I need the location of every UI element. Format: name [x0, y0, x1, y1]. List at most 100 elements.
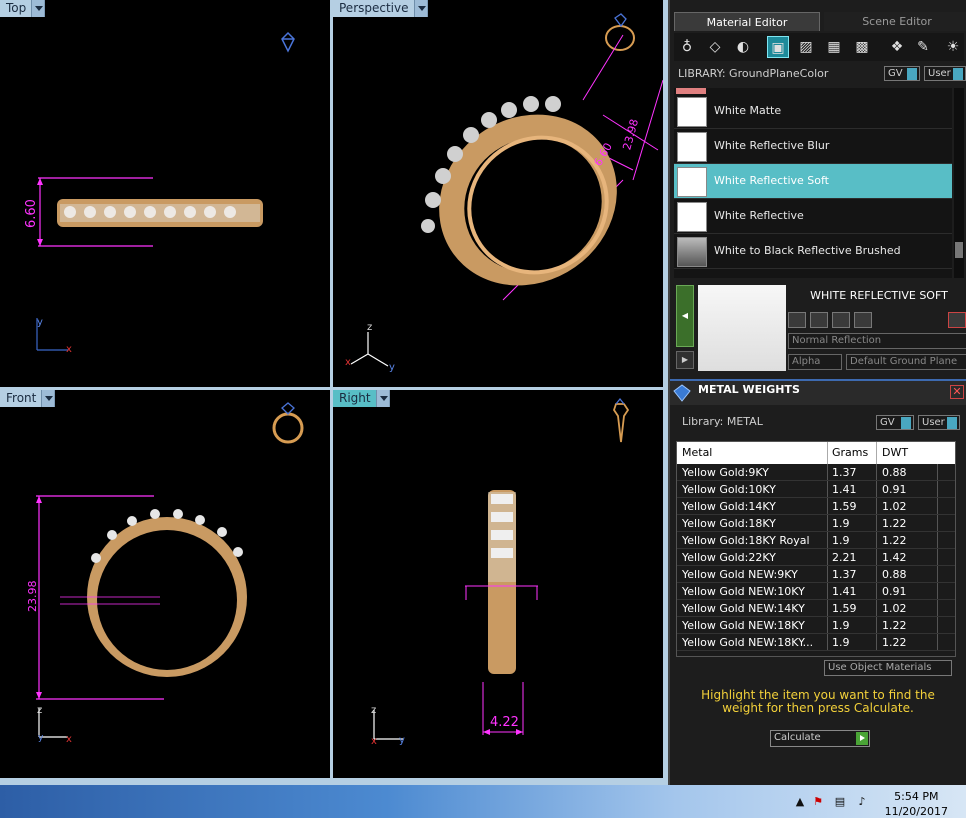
viewport-right[interactable]: z x y 4.22 Right: [333, 390, 663, 778]
play-icon[interactable]: ▶: [676, 351, 694, 369]
metal-icon[interactable]: ♁: [676, 36, 698, 58]
metal-name-cell: Yellow Gold NEW:14KY: [682, 602, 805, 615]
column-metal[interactable]: Metal: [682, 446, 712, 459]
texture-icon[interactable]: ▦: [823, 36, 845, 58]
sphere-icon[interactable]: ◐: [732, 36, 754, 58]
tab-scene-editor[interactable]: Scene Editor: [824, 12, 966, 31]
editor-tabs: Material Editor Scene Editor: [674, 12, 966, 31]
material-preview: ◀ ▶ WHITE REFLECTIVE SOFT Normal Reflect…: [674, 283, 966, 375]
table-row[interactable]: Yellow Gold NEW:10KY 1.41 0.91: [677, 583, 955, 600]
table-row[interactable]: Yellow Gold:18KY Royal 1.9 1.22: [677, 532, 955, 549]
material-thumbnail: [677, 167, 707, 197]
viewport-front[interactable]: z x y 23.98 Front: [0, 390, 330, 778]
material-list[interactable]: White Matte White Reflective Blur White Re…: [674, 88, 952, 278]
dwt-cell: 1.22: [882, 517, 907, 530]
metal-gv-toggle[interactable]: GV: [876, 415, 914, 430]
table-row[interactable]: Yellow Gold:10KY 1.41 0.91: [677, 481, 955, 498]
metal-name-cell: Yellow Gold:14KY: [682, 500, 776, 513]
viewport-right-label[interactable]: Right: [333, 390, 390, 407]
ground-plane-icon[interactable]: ▣: [767, 36, 789, 58]
expand-left-icon[interactable]: ◀: [676, 285, 694, 347]
column-grams[interactable]: Grams: [832, 446, 868, 459]
metal-name-cell: Yellow Gold NEW:10KY: [682, 585, 805, 598]
material-list-scrollbar[interactable]: [954, 88, 964, 278]
reflection-select[interactable]: Normal Reflection: [788, 333, 966, 349]
metal-name-cell: Yellow Gold:18KY Royal: [682, 534, 810, 547]
grams-cell: 1.41: [832, 585, 857, 598]
table-row[interactable]: Yellow Gold:22KY 2.21 1.42: [677, 549, 955, 566]
clock[interactable]: 5:54 PM 11/20/2017: [885, 789, 948, 818]
material-item[interactable]: White to Black Reflective Brushed: [674, 234, 952, 269]
grams-cell: 1.37: [832, 466, 857, 479]
side-panel: Material Editor Scene Editor ♁ ◇ ◐ ▣ ▨ ▦…: [668, 0, 966, 785]
network-icon[interactable]: ▤: [833, 795, 847, 809]
refresh-icon[interactable]: [948, 312, 966, 328]
action-center-icon[interactable]: ⚑: [811, 795, 825, 809]
metal-table[interactable]: Metal Grams DWT Yellow Gold:9KY 1.37 0.88 Y…: [676, 441, 956, 657]
light-bulb-icon[interactable]: ☀: [942, 36, 964, 58]
material-item[interactable]: White Reflective Blur: [674, 129, 952, 164]
material-item[interactable]: White Reflective: [674, 199, 952, 234]
dwt-cell: 0.88: [882, 466, 907, 479]
chevron-down-icon[interactable]: [31, 0, 45, 17]
viewport-top[interactable]: y x 6.60 Top: [0, 0, 330, 387]
material-toolbar: ♁ ◇ ◐ ▣ ▨ ▦ ▩ ❖ ✎ ☀: [674, 33, 964, 61]
top-dimension: 6.60: [24, 199, 39, 228]
dwt-cell: 1.02: [882, 500, 907, 513]
viewport-perspective-label[interactable]: Perspective: [333, 0, 428, 17]
table-row[interactable]: Yellow Gold NEW:9KY 1.37 0.88: [677, 566, 955, 583]
grams-cell: 1.41: [832, 483, 857, 496]
metal-user-toggle[interactable]: User: [918, 415, 960, 430]
table-row[interactable]: Yellow Gold NEW:14KY 1.59 1.02: [677, 600, 955, 617]
svg-text:y: y: [38, 733, 44, 743]
top-view-drawing: y x: [36, 31, 295, 355]
material-apply-icon[interactable]: ❖: [886, 36, 908, 58]
clock-time: 5:54 PM: [894, 790, 939, 803]
viewport-top-label[interactable]: Top: [0, 0, 46, 17]
gem-icon[interactable]: ◇: [704, 36, 726, 58]
material-item[interactable]: White Matte: [674, 94, 952, 129]
calculate-button[interactable]: Calculate: [770, 730, 870, 747]
tab-material-editor[interactable]: Material Editor: [674, 12, 820, 31]
import-icon[interactable]: [854, 312, 872, 328]
table-row[interactable]: Yellow Gold NEW:18KY... 1.9 1.22: [677, 634, 955, 651]
library-bar: LIBRARY: GroundPlaneColor GV User: [674, 64, 966, 84]
material-name: White Reflective: [714, 209, 804, 222]
metal-name-cell: Yellow Gold NEW:9KY: [682, 568, 798, 581]
instruction-text: Highlight the item you want to find the …: [701, 688, 935, 715]
show-hidden-icons-icon[interactable]: ▲: [793, 795, 807, 809]
viewport-divider-horizontal[interactable]: [0, 387, 665, 390]
chevron-down-icon[interactable]: [41, 390, 55, 407]
table-row[interactable]: Yellow Gold NEW:18KY 1.9 1.22: [677, 617, 955, 634]
close-icon[interactable]: ✕: [950, 385, 964, 399]
checker-icon[interactable]: ▩: [851, 36, 873, 58]
viewport-front-label[interactable]: Front: [0, 390, 56, 407]
properties-icon[interactable]: [810, 312, 828, 328]
export-icon[interactable]: [832, 312, 850, 328]
chevron-down-icon[interactable]: [413, 0, 427, 17]
grams-cell: 1.9: [832, 517, 850, 530]
material-name: White to Black Reflective Brushed: [714, 244, 901, 257]
metal-library-label: Library: METAL: [682, 415, 763, 428]
use-object-materials-button[interactable]: Use Object Materials: [824, 660, 952, 676]
pattern-icon[interactable]: ▨: [795, 36, 817, 58]
gv-toggle[interactable]: GV: [884, 66, 920, 81]
chevron-down-icon[interactable]: [375, 390, 389, 407]
table-row[interactable]: Yellow Gold:9KY 1.37 0.88: [677, 464, 955, 481]
ground-plane-select[interactable]: Default Ground Plane: [846, 354, 966, 370]
save-icon[interactable]: [788, 312, 806, 328]
grams-cell: 1.9: [832, 636, 850, 649]
table-row[interactable]: Yellow Gold:18KY 1.9 1.22: [677, 515, 955, 532]
dwt-cell: 0.91: [882, 585, 907, 598]
material-name: White Reflective Soft: [714, 174, 829, 187]
viewport-perspective[interactable]: z x y 6.60 23.98 Perspective: [333, 0, 663, 387]
table-header: Metal Grams DWT: [677, 442, 955, 464]
diamond-icon: [673, 384, 691, 402]
alpha-select[interactable]: Alpha: [788, 354, 842, 370]
user-toggle[interactable]: User: [924, 66, 966, 81]
column-dwt[interactable]: DWT: [882, 446, 908, 459]
table-row[interactable]: Yellow Gold:14KY 1.59 1.02: [677, 498, 955, 515]
volume-icon[interactable]: ♪: [855, 795, 869, 809]
material-brush-icon[interactable]: ✎: [912, 36, 934, 58]
material-item[interactable]: White Reflective Soft: [674, 164, 952, 199]
